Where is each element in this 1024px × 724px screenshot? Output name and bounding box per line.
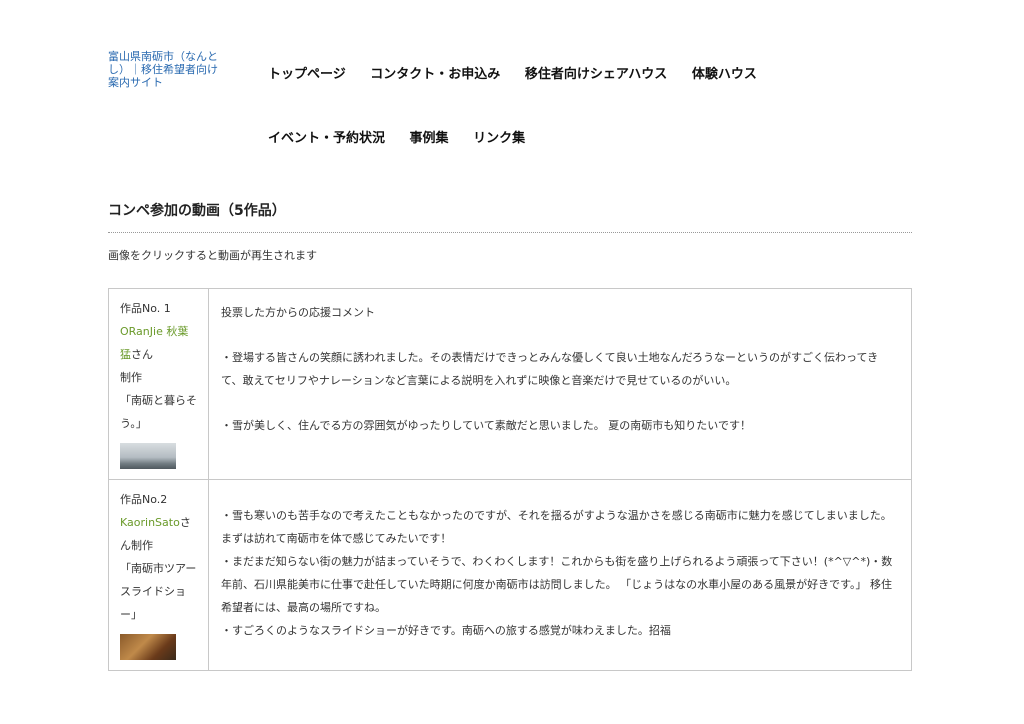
made-by-label: 制作: [131, 539, 153, 552]
table-row: 作品No.2 KaorinSatoさん制作 「南砺市ツアースライドショー」 ・雪…: [108, 479, 912, 671]
made-by-label: 制作: [120, 371, 142, 384]
table-row: 作品No. 1 ORanJie 秋葉 猛さん 制作 「南砺と暮らそう。」 投票し…: [108, 288, 912, 480]
work-author-line: ORanJie 秋葉 猛さん: [120, 320, 200, 366]
author-suffix: さん: [131, 348, 153, 361]
nav-case-studies[interactable]: 事例集: [410, 131, 449, 146]
click-notice: 画像をクリックすると動画が再生されます: [108, 249, 317, 262]
work-number: 作品No.2: [120, 493, 168, 506]
author-link[interactable]: KaorinSato: [120, 516, 180, 529]
nav-top-page[interactable]: トップページ: [268, 67, 346, 82]
work-info-cell: 作品No.2 KaorinSatoさん制作 「南砺市ツアースライドショー」: [108, 479, 209, 671]
work-number: 作品No. 1: [120, 302, 171, 315]
comments-cell: ・雪も寒いのも苦手なので考えたこともなかったのですが、それを揺るがすような温かさ…: [208, 479, 912, 671]
site-title-link[interactable]: 富山県南砺市（なんとし）｜移住希望者向け案内サイト: [108, 50, 224, 89]
nav-share-house[interactable]: 移住者向けシェアハウス: [525, 67, 667, 82]
comment-heading: 投票した方からの応援コメント: [221, 306, 375, 319]
comment-text: ・まだまだ知らない街の魅力が詰まっていそうで、わくわくします！これからも街を盛り…: [221, 555, 893, 614]
video-thumbnail[interactable]: [120, 634, 176, 660]
work-info-cell: 作品No. 1 ORanJie 秋葉 猛さん 制作 「南砺と暮らそう。」: [108, 288, 209, 480]
comment-text: ・雪が美しく、住んでる方の雰囲気がゆったりしていて素敵だと思いました。 夏の南砺…: [221, 419, 751, 432]
comments-cell: 投票した方からの応援コメント ・登場する皆さんの笑顔に誘われました。その表情だけ…: [208, 288, 912, 480]
dotted-divider: [108, 232, 912, 233]
comment-text: ・すごろくのようなスライドショーが好きです。南砺への旅する感覚が味わえました。招…: [221, 624, 671, 637]
video-thumbnail[interactable]: [120, 443, 176, 469]
comment-text: ・雪も寒いのも苦手なので考えたこともなかったのですが、それを揺るがすような温かさ…: [221, 509, 892, 545]
work-author-line: KaorinSatoさん制作: [120, 511, 200, 557]
main-nav-row-2: イベント・予約状況 事例集 リンク集: [268, 127, 545, 146]
work-title: 「南砺と暮らそう。」: [120, 394, 197, 430]
nav-events[interactable]: イベント・予約状況: [268, 131, 385, 146]
works-table: 作品No. 1 ORanJie 秋葉 猛さん 制作 「南砺と暮らそう。」 投票し…: [108, 288, 912, 671]
main-nav-row-1: トップページ コンタクト・お申込み 移住者向けシェアハウス 体験ハウス: [268, 63, 777, 82]
section-title: コンペ参加の動画（5作品）: [108, 203, 286, 219]
nav-contact[interactable]: コンタクト・お申込み: [370, 67, 500, 82]
nav-trial-house[interactable]: 体験ハウス: [692, 67, 757, 82]
nav-links[interactable]: リンク集: [473, 131, 525, 146]
comment-text: ・登場する皆さんの笑顔に誘われました。その表情だけできっとみんな優しくて良い土地…: [221, 351, 879, 387]
work-title: 「南砺市ツアースライドショー」: [120, 562, 197, 621]
